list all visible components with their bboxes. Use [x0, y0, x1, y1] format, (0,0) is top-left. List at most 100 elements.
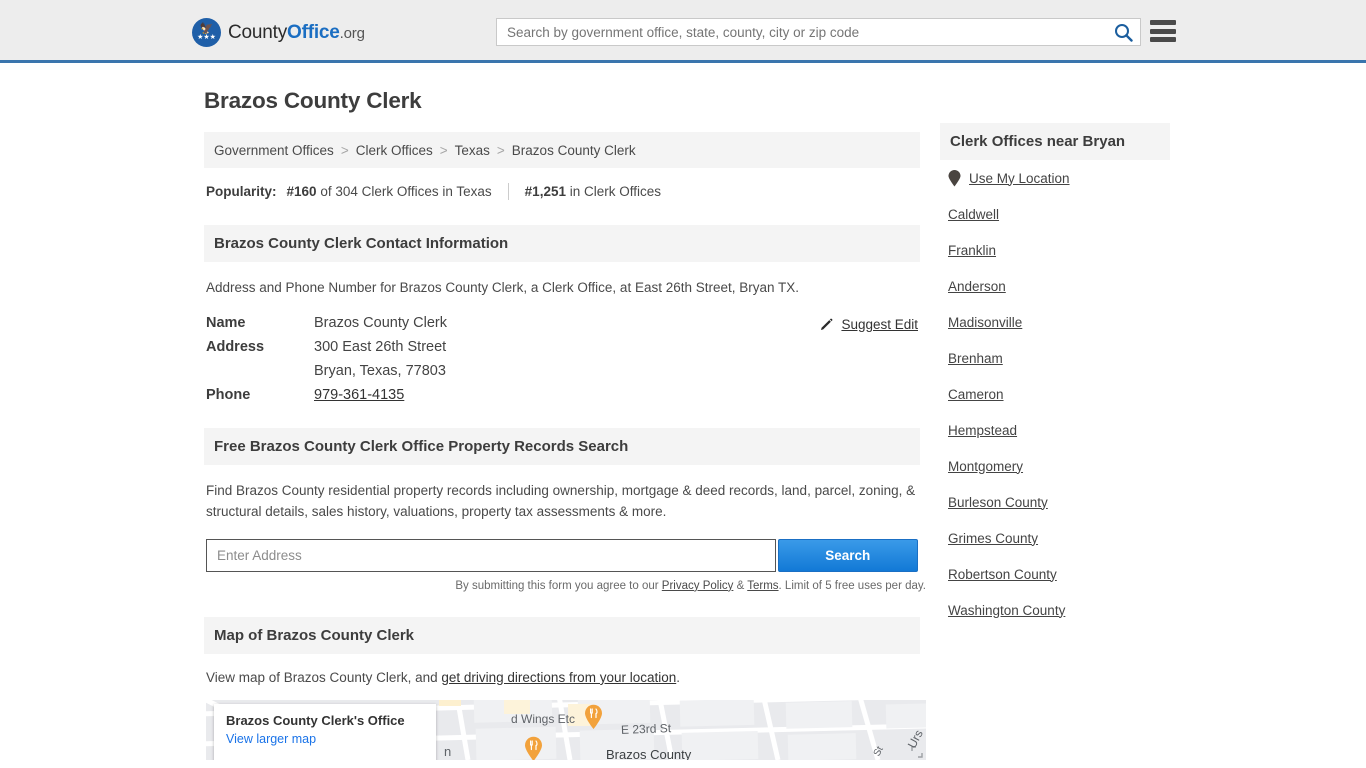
contact-key: Phone	[206, 386, 251, 403]
sidebar-item-grimes-county[interactable]: Grimes County	[948, 520, 1162, 556]
property-search-body: Find Brazos County residential property …	[204, 481, 926, 592]
use-my-location-link[interactable]: Use My Location	[969, 171, 1070, 186]
sidebar-link[interactable]: Hempstead	[948, 423, 1017, 438]
sidebar-link[interactable]: Grimes County	[948, 531, 1038, 546]
breadcrumb-current: Brazos County Clerk	[511, 142, 636, 158]
site-search-bar[interactable]	[496, 18, 1141, 46]
contact-description: Address and Phone Number for Brazos Coun…	[206, 280, 800, 295]
popularity-national-rank: #1,251 in Clerk Offices	[525, 184, 661, 199]
main-content: Brazos County Clerk Government Offices >…	[204, 88, 926, 760]
breadcrumb-item-government-offices[interactable]: Government Offices	[214, 143, 334, 158]
property-search-description: Find Brazos County residential property …	[206, 482, 916, 519]
map-description: View map of Brazos County Clerk, and get…	[206, 670, 918, 685]
contact-section-body: Address and Phone Number for Brazos Coun…	[204, 278, 920, 403]
pencil-edit-icon	[821, 319, 833, 331]
map-label: E 23rd St	[620, 720, 672, 737]
contact-key: Address	[206, 338, 265, 355]
property-search-heading: Free Brazos County Clerk Office Property…	[204, 427, 920, 465]
popularity-row: Popularity: #160 of 304 Clerk Offices in…	[204, 183, 920, 200]
fullscreen-control-icon[interactable]	[910, 745, 924, 759]
contact-row-phone: Phone 979-361-4135	[206, 387, 918, 403]
disclaimer-suffix: . Limit of 5 free uses per day.	[778, 579, 926, 592]
phone-link[interactable]: 979-361-4135	[314, 387, 404, 403]
contact-details: Name Brazos County Clerk Address 300 Eas…	[206, 315, 918, 403]
hamburger-bar	[1150, 37, 1176, 42]
sidebar-link[interactable]: Anderson	[948, 279, 1006, 294]
contact-section-heading: Brazos County Clerk Contact Information	[204, 225, 920, 262]
breadcrumb: Government Offices > Clerk Offices > Tex…	[204, 132, 920, 168]
breadcrumb-separator: >	[496, 142, 505, 158]
breadcrumb-separator: >	[439, 142, 448, 158]
map-pin-icon	[948, 169, 961, 186]
hamburger-menu-icon[interactable]	[1150, 20, 1176, 42]
site-logo[interactable]: 🦅 ★★★ CountyOffice.org	[192, 18, 365, 47]
breadcrumb-item-texas[interactable]: Texas	[455, 143, 490, 158]
embedded-map[interactable]: d Wings Etc E 23rd St Brazos County n Ur…	[206, 699, 926, 760]
map-card-title: Brazos County Clerk's Office	[226, 712, 405, 728]
contact-value: 979-361-4135	[314, 387, 404, 403]
sidebar-link[interactable]: Robertson County	[948, 567, 1057, 582]
sidebar-item-anderson[interactable]: Anderson	[948, 268, 1162, 304]
sidebar-link[interactable]: Caldwell	[948, 207, 999, 222]
contact-row-name: Name Brazos County Clerk	[206, 315, 918, 331]
popularity-national-rank-value: #1,251	[524, 184, 566, 199]
contact-key: Name	[206, 314, 246, 331]
view-larger-map-link[interactable]: View larger map	[226, 732, 424, 746]
sidebar-item-robertson-county[interactable]: Robertson County	[948, 556, 1162, 592]
sidebar-heading: Clerk Offices near Bryan	[940, 123, 1170, 160]
breadcrumb-item-clerk-offices[interactable]: Clerk Offices	[356, 143, 433, 158]
hamburger-bar	[1150, 28, 1176, 34]
sidebar-item-hempstead[interactable]: Hempstead	[948, 412, 1162, 448]
search-input[interactable]	[497, 19, 1106, 45]
map-description-suffix: .	[676, 669, 680, 685]
contact-row-address: Address 300 East 26th Street	[206, 339, 918, 355]
sidebar-link[interactable]: Brenham	[948, 351, 1003, 366]
form-disclaimer: By submitting this form you agree to our…	[206, 580, 926, 592]
disclaimer-amp: &	[733, 579, 748, 592]
sidebar-list: Use My Location Caldwell Franklin Anders…	[940, 160, 1170, 628]
map-info-card: Brazos County Clerk's Office View larger…	[214, 703, 436, 760]
terms-link[interactable]: Terms	[747, 580, 778, 592]
logo-wordmark: CountyOffice.org	[228, 22, 365, 44]
contact-value: 300 East 26th Street	[314, 338, 447, 355]
eagle-logo-icon: 🦅 ★★★	[192, 18, 221, 47]
page-title: Brazos County Clerk	[204, 88, 422, 113]
sidebar-link[interactable]: Montgomery	[948, 459, 1023, 474]
popularity-state-rank-suffix: of 304 Clerk Offices in Texas	[320, 184, 492, 199]
popularity-state-rank: #160 of 304 Clerk Offices in Texas	[287, 184, 492, 199]
map-label: d Wings Etc	[511, 711, 576, 726]
contact-value: Brazos County Clerk	[314, 314, 447, 331]
breadcrumb-separator: >	[340, 142, 349, 158]
map-section-body: View map of Brazos County Clerk, and get…	[204, 670, 926, 760]
property-search-button[interactable]: Search	[777, 538, 918, 572]
sidebar-link[interactable]: Madisonville	[948, 315, 1022, 330]
sidebar-link[interactable]: Washington County	[948, 603, 1065, 618]
suggest-edit-button[interactable]: Suggest Edit	[820, 317, 918, 332]
sidebar-item-montgomery[interactable]: Montgomery	[948, 448, 1162, 484]
sidebar-item-burleson-county[interactable]: Burleson County	[948, 484, 1162, 520]
sidebar-link[interactable]: Cameron	[948, 387, 1004, 402]
site-header: 🦅 ★★★ CountyOffice.org	[0, 0, 1366, 63]
privacy-policy-link[interactable]: Privacy Policy	[662, 580, 734, 592]
driving-directions-link[interactable]: get driving directions from your locatio…	[441, 670, 676, 685]
stars-glyph: ★★★	[197, 34, 216, 41]
sidebar-item-brenham[interactable]: Brenham	[948, 340, 1162, 376]
sidebar-item-washington-county[interactable]: Washington County	[948, 592, 1162, 628]
sidebar-link[interactable]: Franklin	[948, 243, 996, 258]
sidebar-item-cameron[interactable]: Cameron	[948, 376, 1162, 412]
search-icon[interactable]	[1106, 19, 1140, 45]
sidebar-item-madisonville[interactable]: Madisonville	[948, 304, 1162, 340]
hamburger-bar	[1150, 20, 1176, 25]
popularity-national-rank-suffix: in Clerk Offices	[569, 184, 662, 199]
sidebar-link[interactable]: Burleson County	[948, 495, 1048, 510]
map-description-prefix: View map of Brazos County Clerk, and	[206, 669, 442, 685]
sidebar-item-use-my-location[interactable]: Use My Location	[948, 160, 1162, 196]
suggest-edit-label: Suggest Edit	[841, 316, 918, 332]
restaurant-pin[interactable]	[584, 704, 603, 730]
restaurant-pin[interactable]	[524, 736, 543, 760]
contact-value: Bryan, Texas, 77803	[314, 362, 446, 379]
logo-text-office: Office	[287, 21, 340, 43]
sidebar-item-caldwell[interactable]: Caldwell	[948, 196, 1162, 232]
address-input[interactable]	[206, 538, 776, 572]
sidebar-item-franklin[interactable]: Franklin	[948, 232, 1162, 268]
